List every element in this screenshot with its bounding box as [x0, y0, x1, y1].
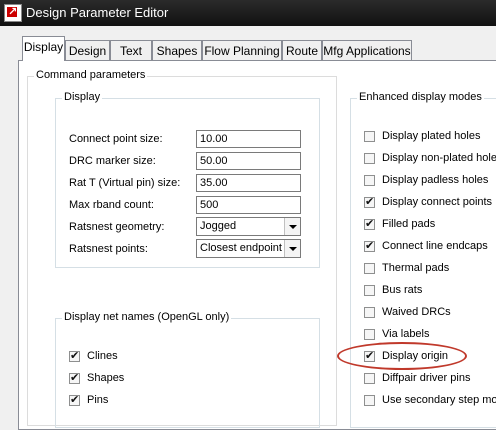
shapes-label: Shapes [87, 372, 125, 384]
enhanced-option-label: Thermal pads [382, 262, 450, 274]
clines-checkbox[interactable] [69, 349, 80, 362]
ratsnest-points-value: Closest endpoint [200, 242, 282, 254]
enhanced-option-label: Display plated holes [382, 130, 481, 142]
chevron-down-icon[interactable] [284, 240, 300, 257]
connect-point-size-input[interactable]: 10.00 [196, 130, 301, 148]
tab-text[interactable]: Text [110, 40, 152, 60]
tab-flow-planning[interactable]: Flow Planning [202, 40, 282, 60]
tab-design[interactable]: Design [65, 40, 110, 60]
ratsnest-geometry-value: Jogged [200, 220, 237, 232]
clines-label: Clines [87, 350, 118, 362]
enhanced-option-label: Connect line endcaps [382, 240, 488, 252]
tab-shapes[interactable]: Shapes [152, 40, 202, 60]
drc-marker-size-label: DRC marker size: [69, 155, 156, 167]
max-rband-count-input[interactable]: 500 [196, 196, 301, 214]
enhanced-option-label: Display connect points [382, 196, 493, 208]
enhanced-option-checkbox[interactable] [364, 395, 375, 406]
enhanced-option-checkbox[interactable] [364, 131, 375, 142]
title-bar: ↗ Design Parameter Editor [0, 0, 496, 26]
app-icon: ↗ [4, 4, 22, 22]
ratsnest-points-label: Ratsnest points: [69, 243, 148, 255]
connect-point-size-label: Connect point size: [69, 133, 163, 145]
enhanced-option-checkbox[interactable] [364, 175, 375, 186]
enhanced-option-label: Use secondary step models [382, 394, 496, 406]
enhanced-option-checkbox[interactable] [364, 307, 375, 318]
enhanced-option-checkbox[interactable] [364, 329, 375, 340]
enhanced-option-checkbox[interactable] [364, 263, 375, 274]
rat-t-size-label: Rat T (Virtual pin) size: [69, 177, 181, 189]
enhanced-option-checkbox[interactable] [364, 153, 375, 164]
enhanced-option-label: Display padless holes [382, 174, 489, 186]
ratsnest-geometry-label: Ratsnest geometry: [69, 221, 165, 233]
highlight-ellipse [337, 342, 467, 370]
tab-display[interactable]: Display [22, 36, 65, 61]
pins-checkbox[interactable] [69, 393, 80, 406]
enhanced-option-label: Waived DRCs [382, 306, 451, 318]
max-rband-count-label: Max rband count: [69, 199, 154, 211]
shapes-checkbox[interactable] [69, 371, 80, 384]
enhanced-option-checkbox[interactable] [364, 373, 375, 384]
enhanced-option-checkbox[interactable] [364, 285, 375, 296]
window-title: Design Parameter Editor [26, 5, 169, 20]
drc-marker-size-input[interactable]: 50.00 [196, 152, 301, 170]
ratsnest-geometry-select[interactable]: Jogged [196, 217, 301, 236]
ratsnest-points-select[interactable]: Closest endpoint [196, 239, 301, 258]
enhanced-display-title: Enhanced display modes [357, 91, 484, 103]
enhanced-option-label: Via labels [382, 328, 430, 340]
tab-strip: Display Design Text Shapes Flow Planning… [0, 36, 496, 62]
pins-label: Pins [87, 394, 109, 406]
enhanced-option-label: Diffpair driver pins [382, 372, 471, 384]
net-names-title: Display net names (OpenGL only) [62, 311, 232, 323]
enhanced-option-label: Display non-plated holes [382, 152, 496, 164]
enhanced-option-checkbox[interactable] [364, 217, 375, 230]
enhanced-option-label: Bus rats [382, 284, 423, 296]
enhanced-option-label: Filled pads [382, 218, 436, 230]
tab-mfg-applications[interactable]: Mfg Applications [322, 40, 412, 60]
tab-route[interactable]: Route [282, 40, 322, 60]
command-parameters-title: Command parameters [34, 69, 148, 81]
chevron-down-icon[interactable] [284, 218, 300, 235]
rat-t-size-input[interactable]: 35.00 [196, 174, 301, 192]
enhanced-option-checkbox[interactable] [364, 239, 375, 252]
enhanced-option-checkbox[interactable] [364, 195, 375, 208]
display-group-title: Display [62, 91, 103, 103]
